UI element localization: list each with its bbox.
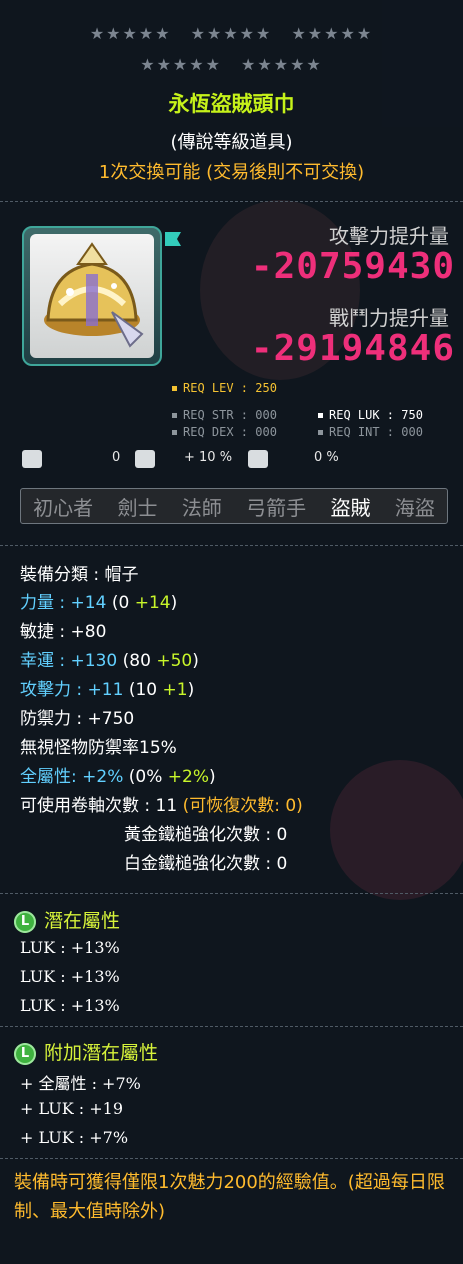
divider (0, 201, 463, 202)
crown-value: + 10 % (184, 450, 233, 465)
job-thief: 盜賊 (330, 495, 371, 520)
shield-value: 0 % (314, 450, 339, 465)
potential-badge-icon: L (14, 910, 36, 933)
potential-line: LUK : +13% (20, 967, 120, 986)
divider (0, 545, 463, 546)
req-str: REQ STR : 000 (172, 408, 277, 422)
star-group: ★★★★★ (140, 55, 222, 74)
stat-luk: 幸運 : +130 (80 +50) (20, 651, 199, 671)
star-group: ★★★★★ (241, 55, 323, 74)
star-upgrade-icon (22, 450, 42, 468)
star-upgrade-stat (22, 450, 48, 468)
additional-potential-line: + LUK : +19 (20, 1099, 124, 1118)
divider (0, 893, 463, 894)
potential-line: LUK : +13% (20, 938, 120, 957)
equip-bonus-note: 裝備時可獲得僅限1次魅力200的經驗值。(超過每日限制、最大值時除外) (14, 1172, 445, 1222)
stat-attack: 攻擊力 : +11 (10 +1) (20, 680, 195, 700)
additional-potential-line: + 全屬性 : +7% (20, 1074, 141, 1093)
potential-header: L 潛在屬性 (14, 906, 120, 933)
job-beginner: 初心者 (33, 495, 94, 520)
attack-increase-value: -20759430 (250, 246, 455, 287)
trade-status: 1次交換可能 (交易後則不可交換) (98, 162, 365, 183)
stat-defense: 防禦力 : +750 (20, 709, 135, 729)
equip-category: 裝備分類 : 帽子 (20, 565, 139, 585)
bookmark-flag-icon (165, 232, 181, 246)
attack-increase-label: 攻擊力提升量 (329, 224, 449, 248)
star-force-row-2: ★★★★★ ★★★★★ (0, 55, 463, 74)
star-upgrade-value: 0 (112, 450, 121, 465)
crown-icon (135, 450, 155, 468)
additional-potential-header: L 附加潛在屬性 (14, 1038, 158, 1065)
additional-potential-badge-icon: L (14, 1042, 36, 1065)
stat-dex: 敏捷 : +80 (20, 622, 107, 642)
item-grade: (傳說等級道具) (170, 132, 293, 153)
shield-icon (248, 450, 268, 468)
item-name: 永恆盜賊頭巾 (168, 92, 295, 116)
background-scene (330, 760, 463, 900)
divider (0, 1158, 463, 1159)
gold-hammer-count: 黃金鐵槌強化次數 : 0 (124, 825, 288, 845)
hat-item-icon (44, 242, 144, 348)
stat-all: 全屬性: +2% (0% +2%) (20, 767, 216, 787)
stat-str: 力量 : +14 (0 +14) (20, 593, 178, 613)
req-level: REQ LEV : 250 (172, 381, 277, 395)
stat-ignore-defense: 無視怪物防禦率15% (20, 738, 177, 758)
job-pirate: 海盜 (394, 495, 435, 520)
req-dex: REQ DEX : 000 (172, 425, 277, 439)
job-magician: 法師 (181, 495, 222, 520)
star-group: ★★★★★ (190, 24, 273, 43)
scroll-count: 可使用卷軸次數 : 11 (可恢復次數: 0) (20, 796, 303, 816)
req-int: REQ INT : 000 (318, 425, 423, 439)
star-force-row-1: ★★★★★ ★★★★★ ★★★★★ (0, 24, 463, 43)
job-class-bar: 初心者 劍士 法師 弓箭手 盜賊 海盜 (20, 488, 448, 524)
star-group: ★★★★★ (291, 24, 374, 43)
item-icon-frame (22, 226, 162, 366)
crown-stat (135, 450, 161, 468)
job-warrior: 劍士 (117, 495, 158, 520)
item-icon-background (30, 234, 154, 358)
divider (0, 1026, 463, 1027)
item-tooltip: ★★★★★ ★★★★★ ★★★★★ ★★★★★ ★★★★★ 永恆盜賊頭巾 (傳說… (0, 0, 463, 1264)
star-group: ★★★★★ (89, 24, 172, 43)
additional-potential-line: + LUK : +7% (20, 1128, 129, 1147)
shield-stat (248, 450, 274, 468)
platinum-hammer-count: 白金鐵槌強化次數 : 0 (124, 854, 288, 874)
potential-line: LUK : +13% (20, 996, 120, 1015)
combat-increase-label: 戰鬥力提升量 (329, 306, 449, 330)
combat-increase-value: -29194846 (250, 328, 455, 369)
job-archer: 弓箭手 (246, 495, 307, 520)
req-luk: REQ LUK : 750 (318, 408, 423, 422)
